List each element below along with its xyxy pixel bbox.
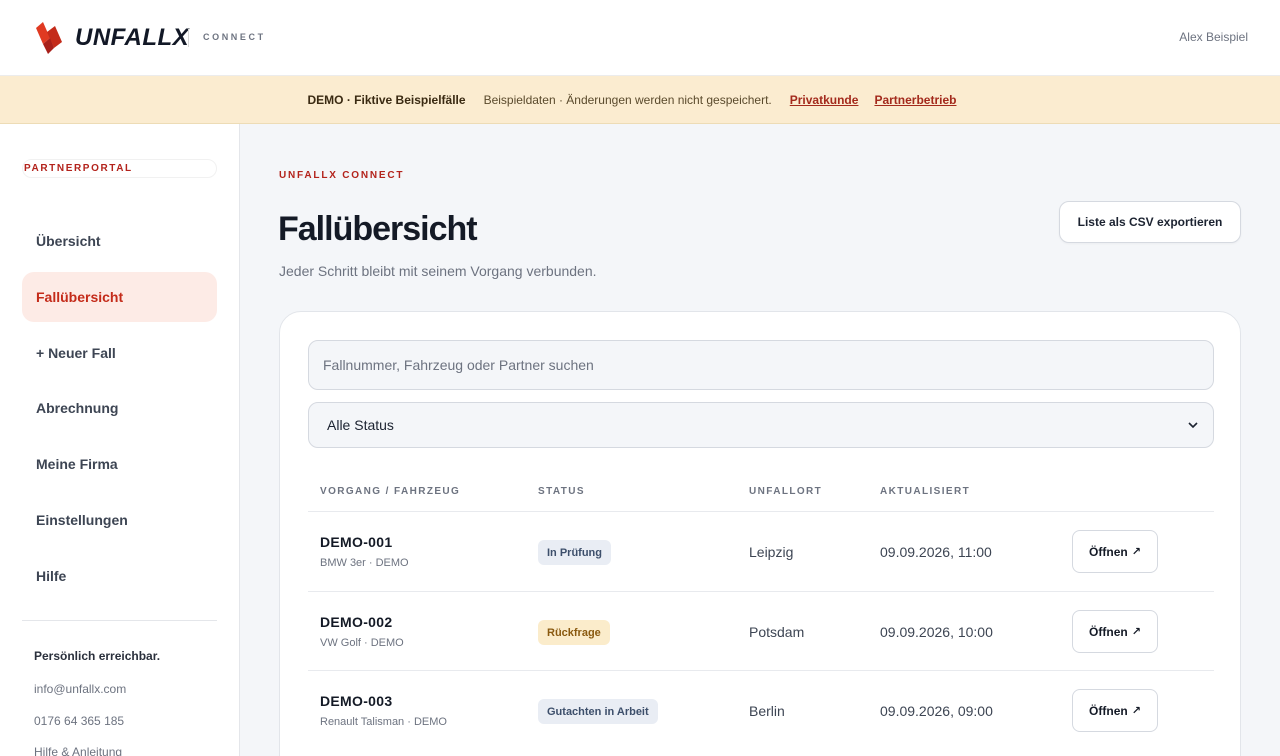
case-vehicle: VW Golf · DEMO — [320, 637, 404, 649]
column-header-vorgang: VORGANG / FAHRZEUG — [320, 486, 461, 497]
open-case-button[interactable]: Öffnen ↗ — [1072, 689, 1158, 732]
logo-subtitle: CONNECT — [203, 32, 266, 42]
table-row: DEMO-001 BMW 3er · DEMO In Prüfung Leipz… — [308, 512, 1214, 591]
logo-text: UNFALLX — [75, 24, 190, 51]
unfallx-logo-icon — [36, 22, 62, 54]
open-case-button[interactable]: Öffnen ↗ — [1072, 530, 1158, 573]
portal-tag: PARTNERPORTAL — [22, 159, 217, 178]
contact-phone[interactable]: 0176 64 365 185 — [34, 714, 124, 728]
case-location: Potsdam — [749, 624, 805, 640]
case-updated: 09.09.2026, 10:00 — [880, 624, 993, 640]
case-id: DEMO-002 — [320, 614, 393, 630]
page-subtitle: Jeder Schritt bleibt mit seinem Vorgang … — [279, 263, 597, 279]
column-header-unfallort: UNFALLORT — [749, 486, 823, 497]
case-vehicle: Renault Talisman · DEMO — [320, 716, 447, 728]
case-updated: 09.09.2026, 09:00 — [880, 703, 993, 719]
status-badge: In Prüfung — [538, 540, 611, 565]
open-case-button[interactable]: Öffnen ↗ — [1072, 610, 1158, 653]
open-button-label: Öffnen — [1089, 703, 1128, 718]
demo-banner-title: DEMO · Fiktive Beispielfälle — [307, 92, 466, 107]
column-header-status: STATUS — [538, 486, 585, 497]
open-button-label: Öffnen — [1089, 544, 1128, 559]
case-location: Leipzig — [749, 544, 794, 560]
user-name[interactable]: Alex Beispiel — [1179, 30, 1248, 44]
open-button-label: Öffnen — [1089, 624, 1128, 639]
status-filter-value: Alle Status — [327, 417, 394, 433]
contact-email[interactable]: info@unfallx.com — [34, 682, 126, 696]
chevron-down-icon — [1188, 422, 1198, 429]
page-eyebrow: UNFALLX CONNECT — [279, 170, 405, 181]
sidebar-item-hilfe[interactable]: Hilfe — [22, 551, 217, 601]
case-vehicle: BMW 3er · DEMO — [320, 557, 409, 569]
case-location: Berlin — [749, 703, 785, 719]
privatkunde-link[interactable]: Privatkunde — [790, 93, 859, 107]
sidebar-item-einstellungen[interactable]: Einstellungen — [22, 495, 217, 545]
arrow-up-right-icon: ↗ — [1131, 705, 1141, 717]
arrow-up-right-icon: ↗ — [1131, 626, 1141, 638]
sidebar-item-neuer-fall[interactable]: + Neuer Fall — [22, 328, 217, 378]
demo-banner: DEMO · Fiktive Beispielfälle Beispieldat… — [0, 76, 1280, 124]
column-header-aktualisiert: AKTUALISIERT — [880, 486, 971, 497]
case-updated: 09.09.2026, 11:00 — [880, 544, 992, 560]
case-id: DEMO-001 — [320, 534, 393, 550]
sidebar-item-meine-firma[interactable]: Meine Firma — [22, 439, 217, 489]
table-row: DEMO-002 VW Golf · DEMO Rückfrage Potsda… — [308, 592, 1214, 671]
sidebar-item-abrechnung[interactable]: Abrechnung — [22, 383, 217, 433]
case-id: DEMO-003 — [320, 693, 393, 709]
search-input[interactable] — [308, 340, 1214, 390]
page-title: Fallübersicht — [278, 210, 478, 248]
table-row: DEMO-003 Renault Talisman · DEMO Gutacht… — [308, 671, 1214, 750]
case-list-card: Alle Status VORGANG / FAHRZEUG STATUS UN… — [279, 311, 1241, 756]
sidebar: PARTNERPORTAL Übersicht Fallübersicht + … — [0, 124, 240, 756]
status-badge: Rückfrage — [538, 620, 610, 645]
sidebar-divider — [22, 620, 217, 621]
contact-title: Persönlich erreichbar. — [34, 649, 161, 663]
demo-banner-text: Beispieldaten · Änderungen werden nicht … — [483, 92, 772, 107]
arrow-up-right-icon: ↗ — [1131, 546, 1141, 558]
top-bar: UNFALLX CONNECT Alex Beispiel — [0, 0, 1280, 76]
status-badge: Gutachten in Arbeit — [538, 699, 658, 724]
logo-divider — [188, 29, 189, 47]
status-filter-select[interactable]: Alle Status — [308, 402, 1214, 448]
partnerbetrieb-link[interactable]: Partnerbetrieb — [874, 93, 956, 107]
sidebar-item-falluebersicht[interactable]: Fallübersicht — [22, 272, 217, 322]
sidebar-item-uebersicht[interactable]: Übersicht — [22, 216, 217, 266]
export-csv-button[interactable]: Liste als CSV exportieren — [1059, 201, 1241, 243]
help-link[interactable]: Hilfe & Anleitung — [34, 745, 122, 756]
